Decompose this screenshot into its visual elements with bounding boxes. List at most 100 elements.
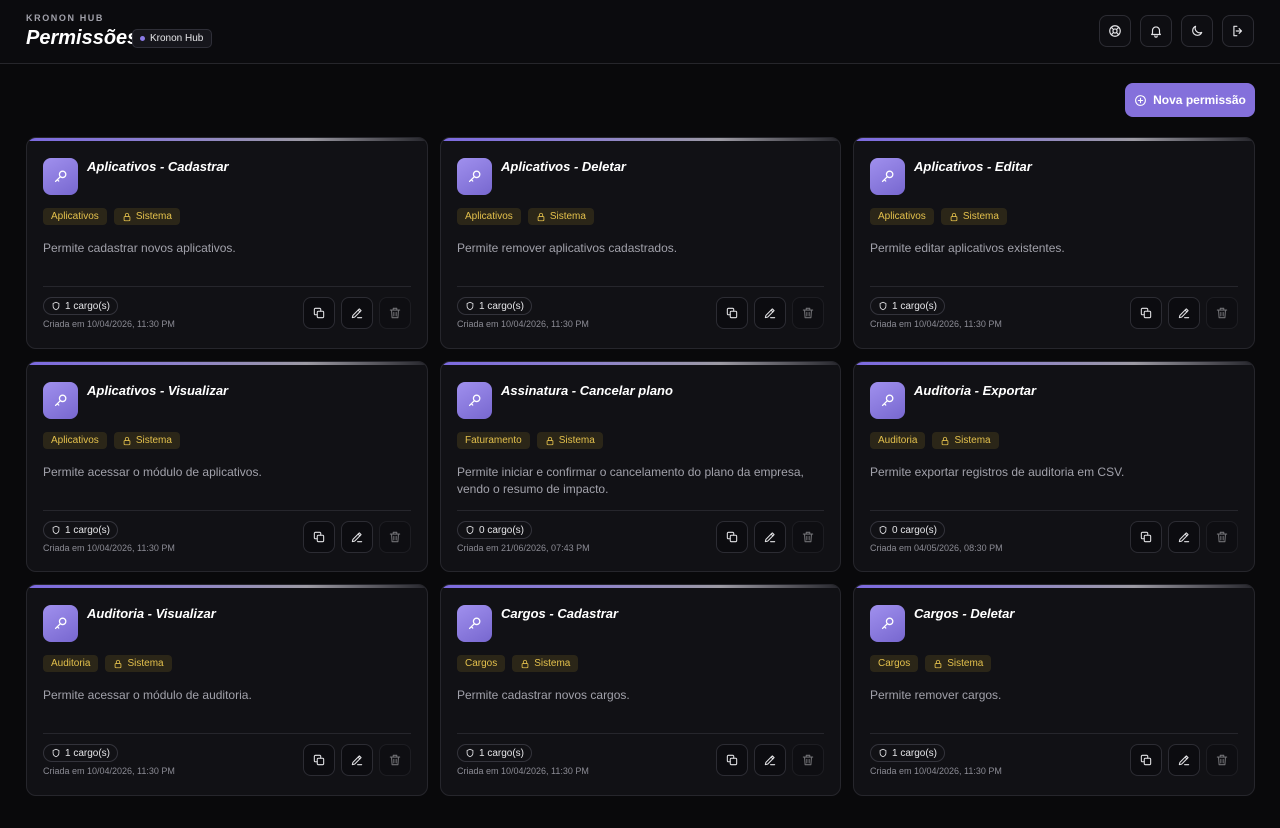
- copy-icon: [313, 531, 325, 543]
- delete-button[interactable]: [792, 744, 824, 776]
- edit-button[interactable]: [754, 297, 786, 329]
- duplicate-button[interactable]: [1130, 744, 1162, 776]
- card-actions: [303, 744, 411, 776]
- support-button[interactable]: [1099, 15, 1131, 47]
- system-tag: Sistema: [113, 208, 180, 225]
- system-tag: Sistema: [527, 208, 594, 225]
- lock-icon: [934, 659, 942, 668]
- delete-button[interactable]: [1206, 744, 1238, 776]
- edit-button[interactable]: [341, 521, 373, 553]
- permission-title: Auditoria - Visualizar: [87, 606, 216, 621]
- card-actions: [303, 521, 411, 553]
- duplicate-button[interactable]: [1130, 521, 1162, 553]
- permission-description: Permite acessar o módulo de aplicativos.: [43, 465, 262, 479]
- delete-button[interactable]: [792, 297, 824, 329]
- lock-icon: [123, 436, 131, 445]
- trash-icon: [802, 531, 814, 543]
- permission-card: Aplicativos - Editar Aplicativos Sistema…: [853, 137, 1255, 349]
- delete-button[interactable]: [792, 521, 824, 553]
- duplicate-button[interactable]: [716, 521, 748, 553]
- shield-icon: [52, 748, 60, 758]
- system-tag-label: Sistema: [135, 211, 172, 222]
- edit-button[interactable]: [754, 744, 786, 776]
- card-divider: [43, 510, 411, 511]
- created-date: Criada em 10/04/2026, 11:30 PM: [43, 766, 175, 776]
- edit-button[interactable]: [1168, 521, 1200, 553]
- card-accent-bar: [854, 362, 1254, 365]
- created-date: Criada em 10/04/2026, 11:30 PM: [870, 319, 1002, 329]
- roles-count-badge: 1 cargo(s): [457, 744, 533, 762]
- lock-icon: [942, 436, 949, 445]
- permission-title: Aplicativos - Cadastrar: [87, 159, 229, 174]
- duplicate-button[interactable]: [303, 521, 335, 553]
- header-actions: [1099, 15, 1254, 47]
- permission-title: Cargos - Cadastrar: [501, 606, 619, 621]
- edit-button[interactable]: [1168, 744, 1200, 776]
- delete-button[interactable]: [1206, 297, 1238, 329]
- card-divider: [43, 286, 411, 287]
- created-date: Criada em 10/04/2026, 11:30 PM: [43, 319, 175, 329]
- duplicate-button[interactable]: [716, 744, 748, 776]
- created-date: Criada em 10/04/2026, 11:30 PM: [457, 319, 589, 329]
- workspace-badge[interactable]: Kronon Hub: [132, 29, 213, 48]
- card-actions: [716, 521, 824, 553]
- card-divider: [457, 286, 824, 287]
- edit-button[interactable]: [341, 744, 373, 776]
- roles-count-badge: 0 cargo(s): [457, 521, 533, 539]
- key-icon: [468, 170, 481, 183]
- duplicate-button[interactable]: [716, 297, 748, 329]
- new-permission-button[interactable]: Nova permissão: [1125, 83, 1255, 117]
- created-date: Criada em 21/06/2026, 07:43 PM: [457, 543, 590, 553]
- card-accent-bar: [27, 138, 427, 141]
- key-icon-tile: [457, 605, 492, 642]
- card-accent-bar: [441, 362, 840, 365]
- module-tag-label: Aplicativos: [51, 211, 99, 222]
- tag-list: Aplicativos Sistema: [43, 432, 180, 449]
- permission-description: Permite acessar o módulo de auditoria.: [43, 688, 252, 702]
- duplicate-button[interactable]: [303, 744, 335, 776]
- new-permission-label: Nova permissão: [1153, 93, 1246, 107]
- key-icon-tile: [43, 382, 78, 419]
- key-icon: [54, 170, 67, 183]
- module-tag: Aplicativos: [43, 208, 107, 225]
- lifebuoy-icon: [1109, 25, 1121, 37]
- delete-button[interactable]: [379, 744, 411, 776]
- duplicate-button[interactable]: [1130, 297, 1162, 329]
- card-accent-bar: [27, 585, 427, 588]
- trash-icon: [1216, 754, 1228, 766]
- trash-icon: [1216, 531, 1228, 543]
- edit-button[interactable]: [1168, 297, 1200, 329]
- shield-icon: [466, 301, 474, 311]
- tag-list: Cargos Sistema: [870, 655, 992, 672]
- shield-icon: [879, 748, 887, 758]
- system-tag-label: Sistema: [135, 435, 172, 446]
- permission-card: Cargos - Deletar Cargos Sistema Permite …: [853, 584, 1255, 796]
- delete-button[interactable]: [379, 521, 411, 553]
- created-date: Criada em 04/05/2026, 08:30 PM: [870, 543, 1003, 553]
- delete-button[interactable]: [1206, 521, 1238, 553]
- created-date: Criada em 10/04/2026, 11:30 PM: [457, 766, 589, 776]
- module-tag: Auditoria: [43, 655, 99, 672]
- card-divider: [870, 733, 1238, 734]
- theme-toggle-button[interactable]: [1181, 15, 1213, 47]
- edit-button[interactable]: [754, 521, 786, 553]
- system-tag-label: Sistema: [534, 658, 571, 669]
- notifications-button[interactable]: [1140, 15, 1172, 47]
- trash-icon: [802, 754, 814, 766]
- roles-count-label: 0 cargo(s): [892, 524, 938, 536]
- duplicate-button[interactable]: [303, 297, 335, 329]
- logout-button[interactable]: [1222, 15, 1254, 47]
- key-icon: [881, 617, 894, 630]
- tag-list: Auditoria Sistema: [43, 655, 172, 672]
- module-tag: Aplicativos: [457, 208, 521, 225]
- module-tag-label: Faturamento: [465, 435, 522, 446]
- tag-list: Faturamento Sistema: [457, 432, 603, 449]
- card-accent-bar: [854, 138, 1254, 141]
- module-tag-label: Cargos: [878, 658, 911, 669]
- delete-button[interactable]: [379, 297, 411, 329]
- trash-icon: [389, 754, 401, 766]
- lock-icon: [537, 212, 545, 221]
- card-accent-bar: [441, 585, 840, 588]
- key-icon: [468, 394, 481, 407]
- edit-button[interactable]: [341, 297, 373, 329]
